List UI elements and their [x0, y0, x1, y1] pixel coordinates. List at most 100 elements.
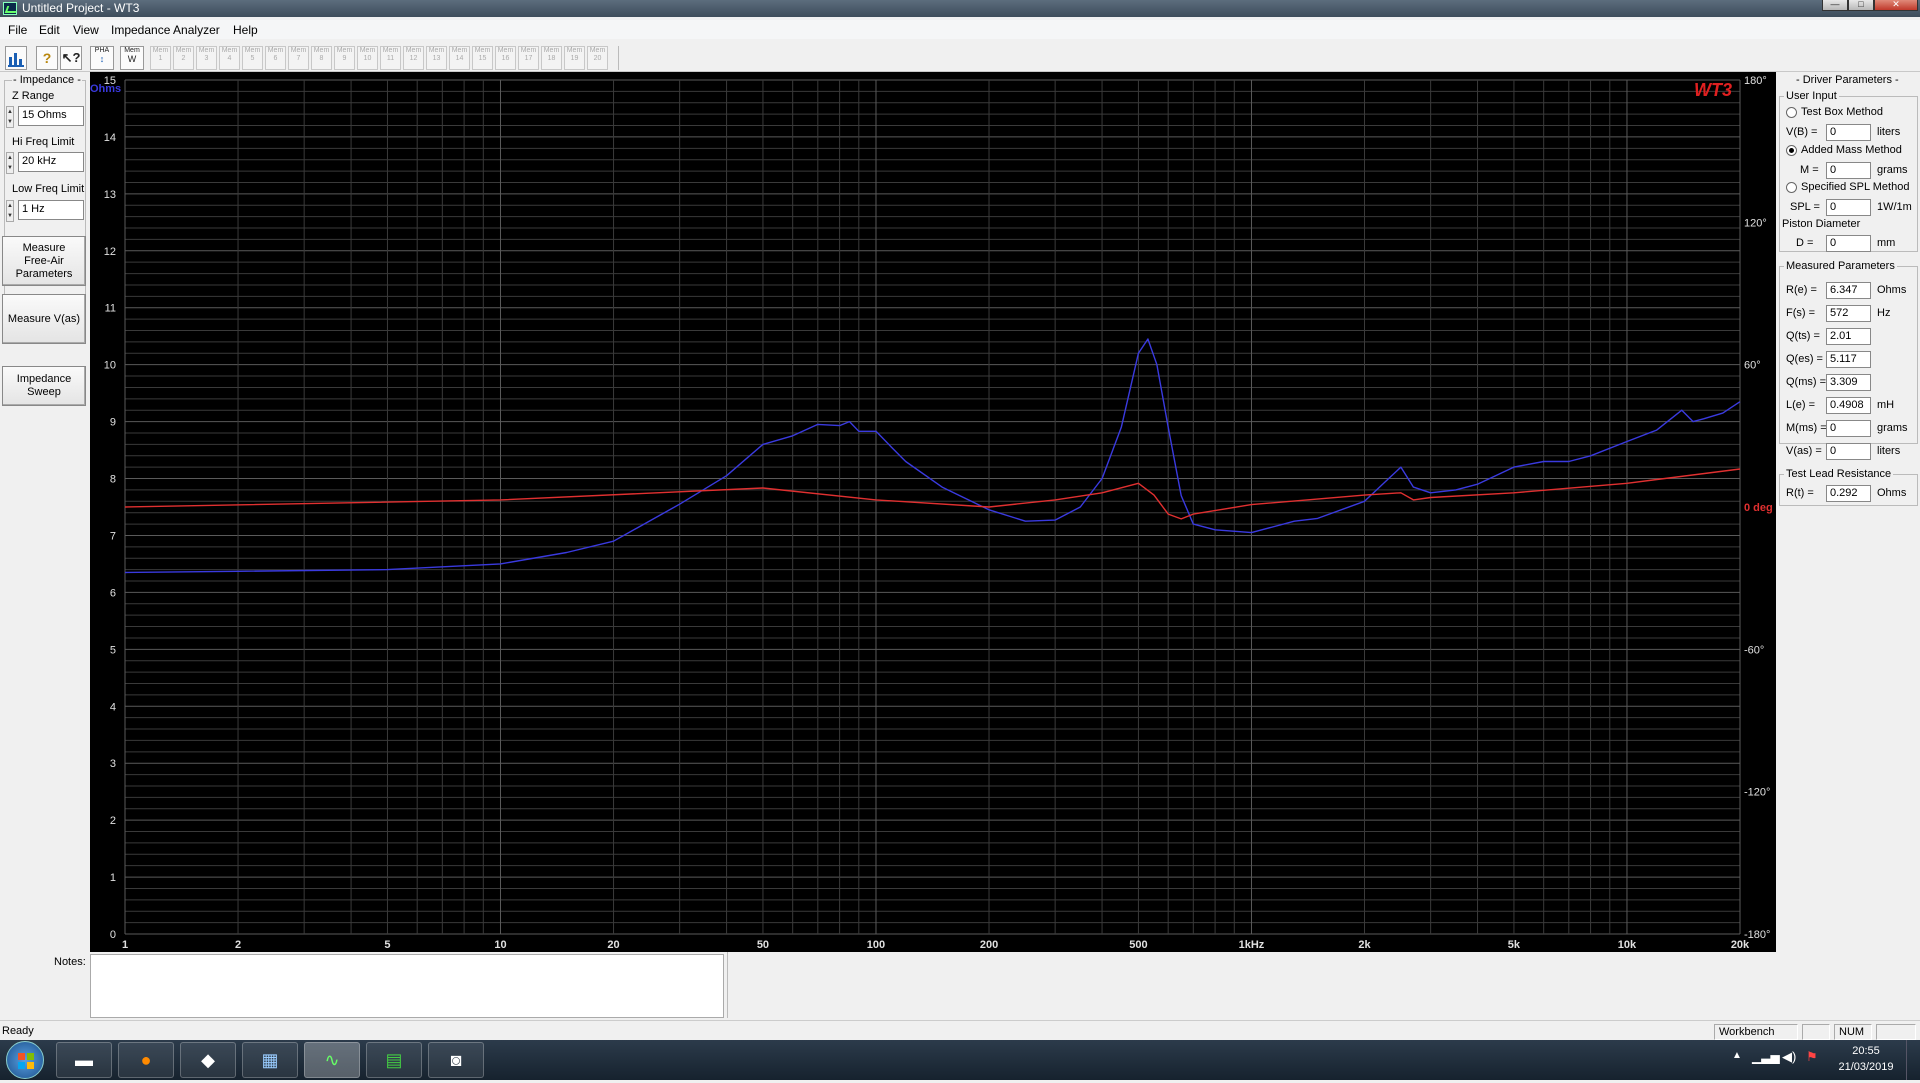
spl-method-radio[interactable] — [1786, 182, 1797, 193]
y-tick-label: 12 — [104, 246, 116, 258]
mem-slot-button[interactable]: Mem 11 — [380, 46, 401, 70]
menu-file[interactable]: File — [8, 23, 27, 37]
flag-icon[interactable]: ⚑ — [1806, 1049, 1818, 1065]
firefox-taskbar-icon[interactable]: ● — [118, 1042, 174, 1078]
clock-time[interactable]: 20:55 — [1840, 1045, 1892, 1057]
low-freq-spinner[interactable]: ▲ ▼ — [6, 200, 14, 222]
impedance-plot[interactable]: 0 1 2 3 4 5 6 7 8 9 10 11 12 13 14 15 Ohms 180° 120° 60° 0 d… — [90, 72, 1776, 952]
measured-param-field[interactable]: 0.4908 — [1826, 397, 1871, 414]
close-button[interactable]: ✕ — [1874, 0, 1918, 11]
show-desktop-button[interactable] — [1906, 1040, 1920, 1080]
impedance-sweep-button[interactable]: Impedance Sweep — [2, 366, 86, 406]
wt3-brand-label: WT3 — [1694, 80, 1732, 100]
mem-slot-button[interactable]: Mem 13 — [426, 46, 447, 70]
mem-w-button[interactable]: Mem W — [120, 46, 144, 70]
mem-slot-button[interactable]: Mem 16 — [495, 46, 516, 70]
y-tick-label: 0 — [110, 929, 116, 941]
mem-slot-button[interactable]: Mem 5 — [242, 46, 263, 70]
spreadsheet-taskbar-icon[interactable]: ▤ — [366, 1042, 422, 1078]
minimize-button[interactable]: — — [1822, 0, 1848, 11]
vb-field[interactable]: 0 — [1826, 124, 1871, 141]
spl-field[interactable]: 0 — [1826, 199, 1871, 216]
measured-param-field[interactable]: 5.117 — [1826, 351, 1871, 368]
mem-slot-number: 10 — [363, 55, 372, 62]
maximize-button[interactable]: □ — [1848, 0, 1874, 11]
y-tick-label: 10 — [104, 360, 116, 372]
clock-date[interactable]: 21/03/2019 — [1832, 1061, 1900, 1073]
mem-slot-number: 19 — [570, 55, 579, 62]
wt3-taskbar-icon[interactable]: ∿ — [304, 1042, 360, 1078]
measured-param-field[interactable]: 2.01 — [1826, 328, 1871, 345]
low-freq-field[interactable]: 1 Hz — [18, 200, 84, 220]
mem-slot-button[interactable]: Mem 17 — [518, 46, 539, 70]
vb-label: V(B) = — [1786, 126, 1818, 138]
m-field[interactable]: 0 — [1826, 162, 1871, 179]
mem-slot-button[interactable]: Mem 9 — [334, 46, 355, 70]
pha-button[interactable]: PHA ↕ — [90, 46, 114, 70]
tray-arrow-icon[interactable]: ▲ — [1732, 1050, 1742, 1061]
measured-param-field[interactable]: 3.309 — [1826, 374, 1871, 391]
measured-param-field[interactable]: 0 — [1826, 420, 1871, 437]
chart-icon[interactable] — [5, 46, 27, 70]
measured-param-field[interactable]: 6.347 — [1826, 282, 1871, 299]
y-tick-label: 5 — [110, 644, 116, 656]
rt-field[interactable]: 0.292 — [1826, 485, 1871, 502]
y-tick-label: 9 — [110, 417, 116, 429]
network-icon[interactable]: ▁▃▅ — [1752, 1050, 1780, 1064]
mem-slot-button[interactable]: Mem 18 — [541, 46, 562, 70]
volume-icon[interactable]: ◀) — [1782, 1049, 1796, 1065]
camera-taskbar-icon[interactable]: ◙ — [428, 1042, 484, 1078]
mem-slot-button[interactable]: Mem 20 — [587, 46, 608, 70]
mem-slot-button[interactable]: Mem 8 — [311, 46, 332, 70]
mem-slot-label: Mem — [336, 47, 353, 54]
z-range-label: Z Range — [12, 90, 55, 102]
menu-impedance-analyzer[interactable]: Impedance Analyzer — [111, 23, 220, 37]
menu-edit[interactable]: Edit — [39, 23, 60, 37]
x-tick-label: 50 — [757, 939, 769, 951]
piston-diameter-label: Piston Diameter — [1782, 218, 1861, 230]
added-mass-radio[interactable] — [1786, 145, 1797, 156]
status-text: Ready — [2, 1025, 34, 1037]
measure-free-air-button[interactable]: Measure Free-Air Parameters — [2, 236, 86, 286]
measured-param-field[interactable]: 0 — [1826, 443, 1871, 460]
start-button[interactable] — [6, 1041, 44, 1079]
notes-textarea[interactable] — [90, 954, 724, 1018]
d-field[interactable]: 0 — [1826, 235, 1871, 252]
mem-slot-button[interactable]: Mem 3 — [196, 46, 217, 70]
menu-view[interactable]: View — [73, 23, 99, 37]
mem-slot-button[interactable]: Mem 19 — [564, 46, 585, 70]
explorer-taskbar-icon[interactable]: ▬ — [56, 1042, 112, 1078]
mem-slot-number: 5 — [250, 55, 255, 62]
mem-slot-label: Mem — [382, 47, 399, 54]
context-help-icon[interactable]: ↖? — [60, 46, 82, 70]
measure-vas-button[interactable]: Measure V(as) — [2, 294, 86, 344]
menu-help[interactable]: Help — [233, 23, 258, 37]
help-icon[interactable]: ? — [36, 46, 58, 70]
rt-label: R(t) = — [1786, 487, 1814, 499]
mem-slot-button[interactable]: Mem 6 — [265, 46, 286, 70]
notes-divider — [727, 952, 728, 1018]
hi-freq-field[interactable]: 20 kHz — [18, 152, 84, 172]
z-range-field[interactable]: 15 Ohms — [18, 106, 84, 126]
measured-param-unit: Hz — [1877, 307, 1891, 319]
z-range-spinner[interactable]: ▲ ▼ — [6, 106, 14, 128]
phase-tick-label: 60° — [1744, 360, 1761, 372]
mem-slot-button[interactable]: Mem 7 — [288, 46, 309, 70]
phase-tick-label: -120° — [1744, 787, 1770, 799]
mem-slot-number: 13 — [432, 55, 441, 62]
toolbar: ? ↖? PHA ↕ Mem W Mem 1 Mem 2 Mem 3 Mem 4 Mem 5 Mem 6 M… — [0, 42, 1920, 72]
mem-slot-button[interactable]: Mem 4 — [219, 46, 240, 70]
measured-param-field[interactable]: 572 — [1826, 305, 1871, 322]
mem-slot-button[interactable]: Mem 12 — [403, 46, 424, 70]
test-box-radio[interactable] — [1786, 107, 1797, 118]
mem-slot-button[interactable]: Mem 10 — [357, 46, 378, 70]
mem-slot-button[interactable]: Mem 14 — [449, 46, 470, 70]
control-panel-taskbar-icon[interactable]: ▦ — [242, 1042, 298, 1078]
mem-slot-button[interactable]: Mem 15 — [472, 46, 493, 70]
app-taskbar-icon[interactable]: ◆ — [180, 1042, 236, 1078]
mem-slot-button[interactable]: Mem 2 — [173, 46, 194, 70]
mem-slot-button[interactable]: Mem 1 — [150, 46, 171, 70]
app-icon — [3, 2, 17, 15]
mem-slot-number: 8 — [319, 55, 324, 62]
hi-freq-spinner[interactable]: ▲ ▼ — [6, 152, 14, 174]
